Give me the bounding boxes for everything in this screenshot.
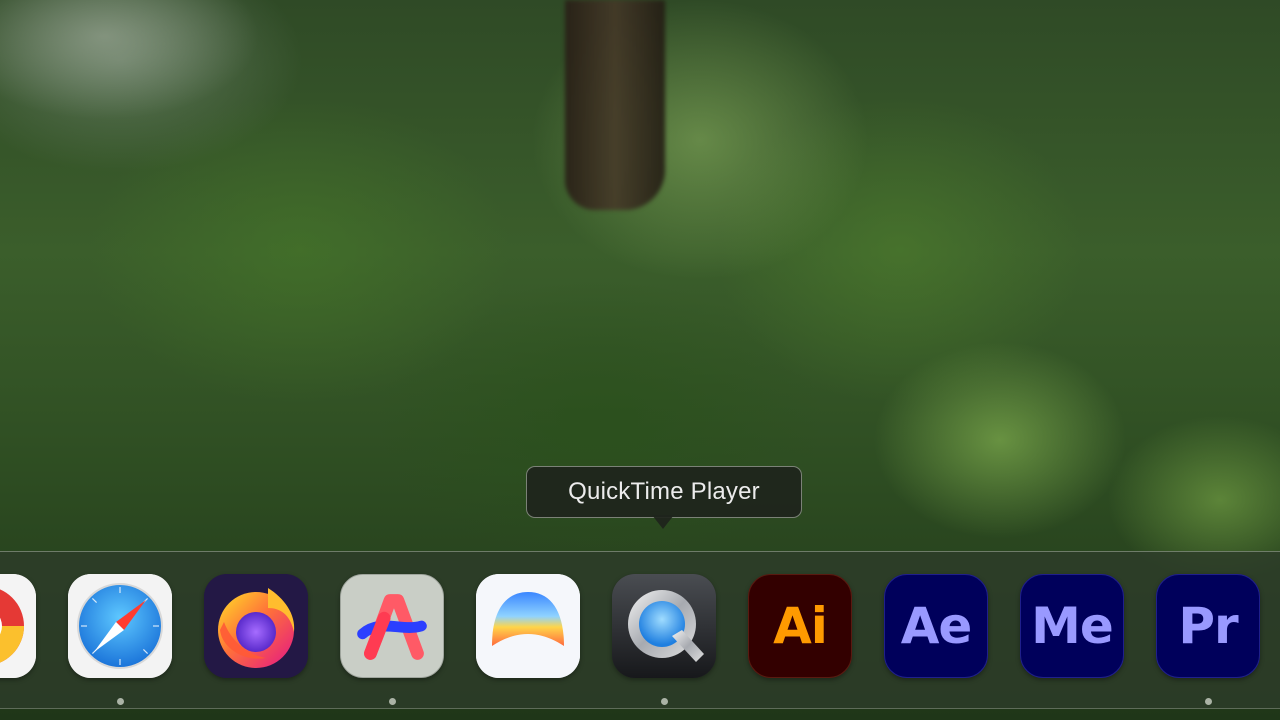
quicktime-icon[interactable]	[612, 574, 716, 678]
wallpaper-tree-trunk	[565, 0, 665, 210]
dock-item-premiere-pro[interactable]: Pr	[1156, 574, 1260, 705]
dock-item-after-effects[interactable]: Ae	[884, 574, 988, 678]
safari-icon[interactable]	[68, 574, 172, 678]
arc-icon[interactable]	[340, 574, 444, 678]
dock-item-chrome[interactable]	[0, 574, 36, 678]
wallpaper-mist	[0, 0, 260, 120]
running-indicator	[661, 698, 668, 705]
dock-item-safari[interactable]	[68, 574, 172, 705]
dock-item-media-encoder[interactable]: Me	[1020, 574, 1124, 678]
dock-item-sunrise[interactable]	[476, 574, 580, 678]
dock-item-firefox[interactable]	[204, 574, 308, 678]
after-effects-label: Ae	[900, 597, 973, 655]
after-effects-icon[interactable]: Ae	[884, 574, 988, 678]
firefox-icon[interactable]	[204, 574, 308, 678]
dock: Ai Ae Me Pr	[0, 551, 1280, 709]
premiere-pro-label: Pr	[1178, 597, 1238, 655]
sunrise-icon[interactable]	[476, 574, 580, 678]
premiere-pro-icon[interactable]: Pr	[1156, 574, 1260, 678]
running-indicator	[389, 698, 396, 705]
dock-tooltip: QuickTime Player	[526, 466, 802, 518]
dock-item-quicktime[interactable]	[612, 574, 716, 705]
illustrator-label: Ai	[773, 597, 828, 655]
dock-item-arc[interactable]	[340, 574, 444, 705]
media-encoder-icon[interactable]: Me	[1020, 574, 1124, 678]
desktop: QuickTime Player Ai Ae Me Pr	[0, 0, 1280, 720]
running-indicator	[1205, 698, 1212, 705]
dock-item-illustrator[interactable]: Ai	[748, 574, 852, 678]
chrome-icon[interactable]	[0, 574, 36, 678]
illustrator-icon[interactable]: Ai	[748, 574, 852, 678]
media-encoder-label: Me	[1031, 597, 1114, 655]
dock-tooltip-arrow	[652, 515, 674, 529]
dock-tooltip-label: QuickTime Player	[568, 478, 760, 505]
running-indicator	[117, 698, 124, 705]
